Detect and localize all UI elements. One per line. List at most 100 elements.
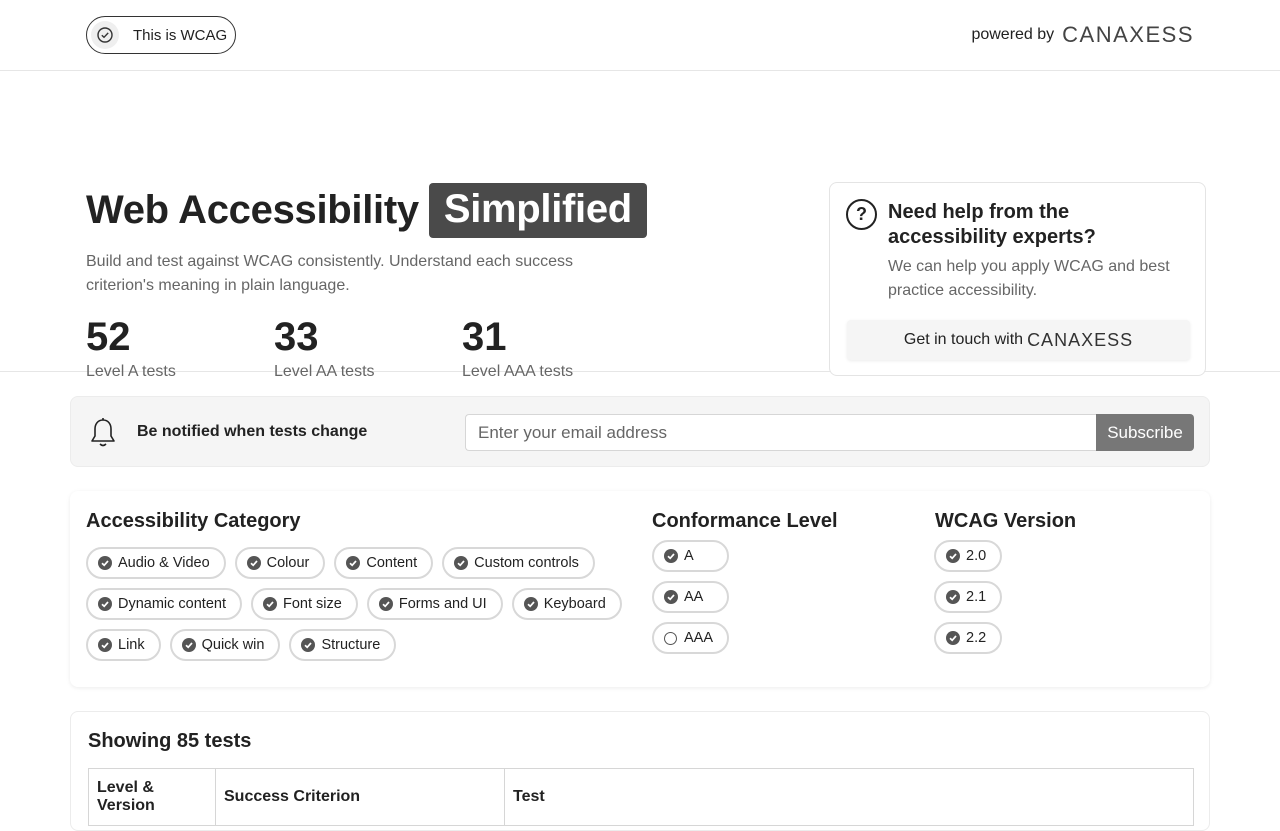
category-chip-custom-controls[interactable]: Custom controls	[442, 547, 595, 579]
get-in-touch-button[interactable]: Get in touch with CANAXESS	[847, 320, 1190, 360]
results-table: Level & Version Success Criterion Test	[88, 768, 1194, 826]
site-header: This is WCAG powered by CANAXESS	[0, 0, 1280, 71]
chip-label: AAA	[684, 630, 714, 646]
chip-label: Link	[118, 637, 145, 653]
conformance-filter: Conformance Level	[652, 510, 838, 533]
stat-label: Level AA tests	[274, 363, 375, 380]
checkmark-icon	[454, 556, 469, 570]
help-card-title: Need help from the accessibility experts…	[888, 201, 1096, 248]
help-card: ? Need help from the accessibility exper…	[829, 182, 1206, 376]
checkmark-icon	[664, 549, 678, 563]
chip-label: Custom controls	[474, 555, 579, 571]
category-chip-quick-win[interactable]: Quick win	[169, 629, 281, 661]
get-in-touch-label: Get in touch with	[903, 331, 1024, 348]
chip-label: Colour	[266, 555, 310, 571]
help-card-body: We can help you apply WCAG and best prac…	[888, 258, 1170, 299]
checkmark-icon	[263, 597, 277, 611]
stat-value: 52	[86, 315, 131, 359]
chip-label: Content	[366, 555, 418, 571]
version-filter: WCAG Version	[935, 510, 1076, 533]
unchecked-radio-icon	[664, 631, 677, 645]
category-filter-title: Accessibility Category	[86, 510, 301, 532]
category-chip-audio-and-video[interactable]: Audio & Video	[86, 547, 226, 579]
version-filter-title: WCAG Version	[935, 510, 1077, 532]
checkmark-icon	[664, 590, 678, 604]
question-icon: ?	[846, 199, 877, 230]
level-chip-a[interactable]: A	[652, 540, 730, 572]
level-chip-aaa[interactable]: AAA	[652, 622, 730, 654]
chip-label: Forms and UI	[398, 596, 487, 612]
chip-label: 2.0	[966, 548, 987, 564]
stat-level-aaa: 31 Level AAA tests	[462, 313, 650, 381]
page-title-highlight: Simplified	[428, 183, 647, 238]
check-circle-icon	[91, 21, 119, 49]
category-chip-keyboard[interactable]: Keyboard	[511, 588, 622, 620]
category-chip-content[interactable]: Content	[334, 547, 434, 579]
stat-label: Level AAA tests	[462, 363, 574, 380]
chip-label: Font size	[283, 596, 342, 612]
chip-label: 2.1	[966, 589, 987, 605]
checkmark-icon	[378, 597, 393, 611]
chip-label: Structure	[321, 637, 381, 653]
chip-label: Audio & Video	[118, 555, 210, 571]
results-panel: Showing 85 tests Level & Version Success…	[70, 711, 1210, 831]
category-chip-dynamic-content[interactable]: Dynamic content	[86, 588, 242, 620]
checkmark-icon	[181, 638, 196, 652]
chip-label: Keyboard	[543, 596, 606, 612]
stat-value: 33	[274, 315, 319, 359]
column-header-success-criterion: Success Criterion	[215, 768, 505, 826]
canaxess-logo[interactable]: CANAXESS	[1062, 22, 1194, 48]
email-input[interactable]	[465, 414, 1097, 451]
conformance-chips: A AA AAA	[652, 540, 730, 654]
level-chip-aa[interactable]: AA	[652, 581, 730, 613]
chip-label: AA	[684, 589, 704, 605]
chip-label: A	[684, 548, 694, 564]
category-chip-link[interactable]: Link	[86, 629, 161, 661]
this-is-wcag-button[interactable]: This is WCAG	[86, 16, 236, 54]
version-chip-2-0[interactable]: 2.0	[934, 540, 1003, 572]
column-header-test: Test	[504, 768, 1194, 826]
checkmark-icon	[98, 638, 112, 652]
powered-by[interactable]: powered by CANAXESS	[971, 22, 1194, 48]
version-chips: 2.0 2.1 2.2	[934, 540, 1003, 654]
version-chip-2-1[interactable]: 2.1	[934, 581, 1003, 613]
this-is-wcag-label: This is WCAG	[133, 26, 228, 44]
checkmark-icon	[98, 556, 112, 570]
version-chip-2-2[interactable]: 2.2	[934, 622, 1003, 654]
stat-level-a: 52 Level A tests	[86, 313, 274, 381]
bell-icon	[89, 417, 117, 454]
subscribe-button[interactable]: Subscribe	[1096, 414, 1194, 451]
checkmark-icon	[946, 590, 960, 604]
chip-label: Dynamic content	[118, 596, 226, 612]
checkmark-icon	[301, 638, 316, 652]
stat-value: 31	[462, 315, 507, 359]
category-chips: Audio & Video Colour Content Custom control…	[86, 547, 626, 661]
category-chip-colour[interactable]: Colour	[234, 547, 326, 579]
notify-bar: Be notified when tests change Subscribe	[70, 396, 1210, 467]
notify-text: Be notified when tests change	[137, 423, 368, 440]
stat-label: Level A tests	[86, 363, 176, 380]
column-header-level-version: Level & Version	[88, 768, 216, 826]
page-title: Web Accessibility Simplified	[86, 183, 647, 238]
table-header-row: Level & Version Success Criterion Test	[88, 768, 1194, 826]
category-chip-structure[interactable]: Structure	[289, 629, 397, 661]
checkmark-icon	[946, 631, 960, 645]
filters-panel: Accessibility Category Audio & Video Colo…	[70, 491, 1210, 687]
category-chip-font-size[interactable]: Font size	[251, 588, 358, 620]
checkmark-icon	[98, 597, 112, 611]
canaxess-logo: CANAXESS	[1027, 329, 1134, 350]
stat-level-aa: 33 Level AA tests	[274, 313, 462, 381]
hero-section: Web Accessibility Simplified Build and t…	[0, 71, 1280, 380]
chip-label: 2.2	[966, 630, 987, 646]
page-title-main: Web Accessibility	[86, 188, 419, 232]
chip-label: Quick win	[201, 637, 265, 653]
category-chip-forms-and-ui[interactable]: Forms and UI	[366, 588, 503, 620]
results-heading: Showing 85 tests	[88, 730, 252, 752]
checkmark-icon	[946, 549, 960, 563]
test-stats: 52 Level A tests 33 Level AA tests 31 Le…	[86, 313, 650, 381]
category-filter: Accessibility Category	[86, 510, 301, 533]
checkmark-icon	[246, 556, 261, 570]
checkmark-icon	[523, 597, 538, 611]
conformance-filter-title: Conformance Level	[652, 510, 838, 532]
powered-by-label: powered by	[971, 26, 1055, 43]
